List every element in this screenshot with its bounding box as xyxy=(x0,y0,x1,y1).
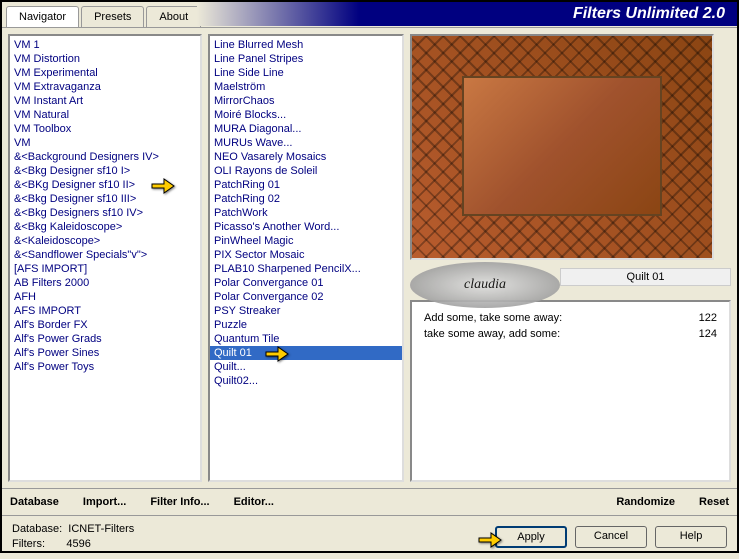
cursor-pointer-icon xyxy=(264,344,290,364)
randomize-button[interactable]: Randomize xyxy=(616,496,675,508)
list-item[interactable]: VM xyxy=(10,136,200,150)
list-item[interactable]: &<Kaleidoscope> xyxy=(10,234,200,248)
sliders-panel: Add some, take some away: 122 take some … xyxy=(410,300,731,482)
list-item[interactable]: MURA Diagonal... xyxy=(210,122,402,136)
header-bar: Navigator Presets About Filters Unlimite… xyxy=(2,2,737,28)
list-item[interactable]: Line Panel Stripes xyxy=(210,52,402,66)
list-item[interactable]: PatchWork xyxy=(210,206,402,220)
list-item[interactable]: &<Bkg Designers sf10 IV> xyxy=(10,206,200,220)
preview-panel: claudia Quilt 01 Add some, take some awa… xyxy=(410,34,731,482)
slider-row-2[interactable]: take some away, add some: 124 xyxy=(420,326,721,342)
help-button[interactable]: Help xyxy=(655,526,727,548)
list-item[interactable]: VM Distortion xyxy=(10,52,200,66)
list-item[interactable]: PSY Streaker xyxy=(210,304,402,318)
apply-button[interactable]: Apply xyxy=(495,526,567,548)
list-item[interactable]: PLAB10 Sharpened PencilX... xyxy=(210,262,402,276)
list-item[interactable]: AFH xyxy=(10,290,200,304)
filter-name-display: Quilt 01 xyxy=(560,268,731,286)
status-bar: Database: ICNET-Filters Filters: 4596 Ap… xyxy=(2,516,737,559)
list-item[interactable]: OLI Rayons de Soleil xyxy=(210,164,402,178)
list-item[interactable]: Puzzle xyxy=(210,318,402,332)
list-item[interactable]: Quilt02... xyxy=(210,374,402,388)
list-item[interactable]: Moiré Blocks... xyxy=(210,108,402,122)
cancel-button[interactable]: Cancel xyxy=(575,526,647,548)
db-label: Database: xyxy=(12,523,62,535)
list-item[interactable]: Alf's Power Sines xyxy=(10,346,200,360)
list-item[interactable]: &<Bkg Kaleidoscope> xyxy=(10,220,200,234)
list-item[interactable]: MirrorChaos xyxy=(210,94,402,108)
list-item[interactable]: Line Blurred Mesh xyxy=(210,38,402,52)
reset-button[interactable]: Reset xyxy=(699,496,729,508)
list-item[interactable]: Alf's Power Toys xyxy=(10,360,200,374)
tab-navigator[interactable]: Navigator xyxy=(6,6,79,27)
list-item[interactable]: VM 1 xyxy=(10,38,200,52)
list-item[interactable]: Maelström xyxy=(210,80,402,94)
slider-value: 122 xyxy=(699,312,717,324)
list-item[interactable]: &<Background Designers IV> xyxy=(10,150,200,164)
database-button[interactable]: Database xyxy=(10,496,59,508)
cursor-pointer-icon xyxy=(477,528,503,548)
list-item[interactable]: [AFS IMPORT] xyxy=(10,262,200,276)
tab-strip: Navigator Presets About xyxy=(6,6,203,27)
list-item[interactable]: PIX Sector Mosaic xyxy=(210,248,402,262)
filter-info-button[interactable]: Filter Info... xyxy=(150,496,209,508)
list-item[interactable]: PatchRing 02 xyxy=(210,192,402,206)
list-item[interactable]: Polar Convergance 02 xyxy=(210,290,402,304)
list-item[interactable]: &<BKg Designer sf10 II> xyxy=(10,178,200,192)
title-banner: Filters Unlimited 2.0 xyxy=(197,2,737,26)
list-item[interactable]: NEO Vasarely Mosaics xyxy=(210,150,402,164)
list-item[interactable]: Polar Convergance 01 xyxy=(210,276,402,290)
list-item[interactable]: VM Extravaganza xyxy=(10,80,200,94)
list-item[interactable]: Line Side Line xyxy=(210,66,402,80)
preview-image xyxy=(410,34,714,260)
action-buttons: Apply Cancel Help xyxy=(495,526,727,548)
filters-label: Filters: xyxy=(12,538,45,550)
list-item[interactable]: PinWheel Magic xyxy=(210,234,402,248)
list-item[interactable]: &<Sandflower Specials"v"> xyxy=(10,248,200,262)
slider-value: 124 xyxy=(699,328,717,340)
category-listbox[interactable]: VM 1VM DistortionVM ExperimentalVM Extra… xyxy=(8,34,202,482)
list-item[interactable]: VM Toolbox xyxy=(10,122,200,136)
list-item[interactable]: VM Instant Art xyxy=(10,94,200,108)
list-item[interactable]: MURUs Wave... xyxy=(210,136,402,150)
list-item[interactable]: Picasso's Another Word... xyxy=(210,220,402,234)
list-item[interactable]: Alf's Power Grads xyxy=(10,332,200,346)
app-title: Filters Unlimited 2.0 xyxy=(573,5,725,23)
slider-row-1[interactable]: Add some, take some away: 122 xyxy=(420,310,721,326)
list-item[interactable]: AB Filters 2000 xyxy=(10,276,200,290)
editor-button[interactable]: Editor... xyxy=(234,496,274,508)
tab-about[interactable]: About xyxy=(146,6,201,27)
filters-value: 4596 xyxy=(66,538,90,550)
import-button[interactable]: Import... xyxy=(83,496,126,508)
list-item[interactable]: AFS IMPORT xyxy=(10,304,200,318)
list-item[interactable]: VM Natural xyxy=(10,108,200,122)
slider-label: take some away, add some: xyxy=(424,328,560,340)
list-item[interactable]: VM Experimental xyxy=(10,66,200,80)
db-value: ICNET-Filters xyxy=(68,523,134,535)
cursor-pointer-icon xyxy=(150,176,176,196)
main-area: VM 1VM DistortionVM ExperimentalVM Extra… xyxy=(2,28,737,488)
tab-presets[interactable]: Presets xyxy=(81,6,144,27)
database-info: Database: ICNET-Filters Filters: 4596 xyxy=(12,522,134,553)
list-item[interactable]: Quilt... xyxy=(210,360,402,374)
watermark-badge: claudia xyxy=(410,262,560,308)
toolbar-row: Database Import... Filter Info... Editor… xyxy=(2,488,737,516)
list-item[interactable]: Alf's Border FX xyxy=(10,318,200,332)
filter-listbox[interactable]: Line Blurred MeshLine Panel StripesLine … xyxy=(208,34,404,482)
list-item[interactable]: Quilt 01 xyxy=(210,346,402,360)
list-item[interactable]: Quantum Tile xyxy=(210,332,402,346)
slider-label: Add some, take some away: xyxy=(424,312,562,324)
preview-inner-frame xyxy=(462,76,662,216)
list-item[interactable]: PatchRing 01 xyxy=(210,178,402,192)
